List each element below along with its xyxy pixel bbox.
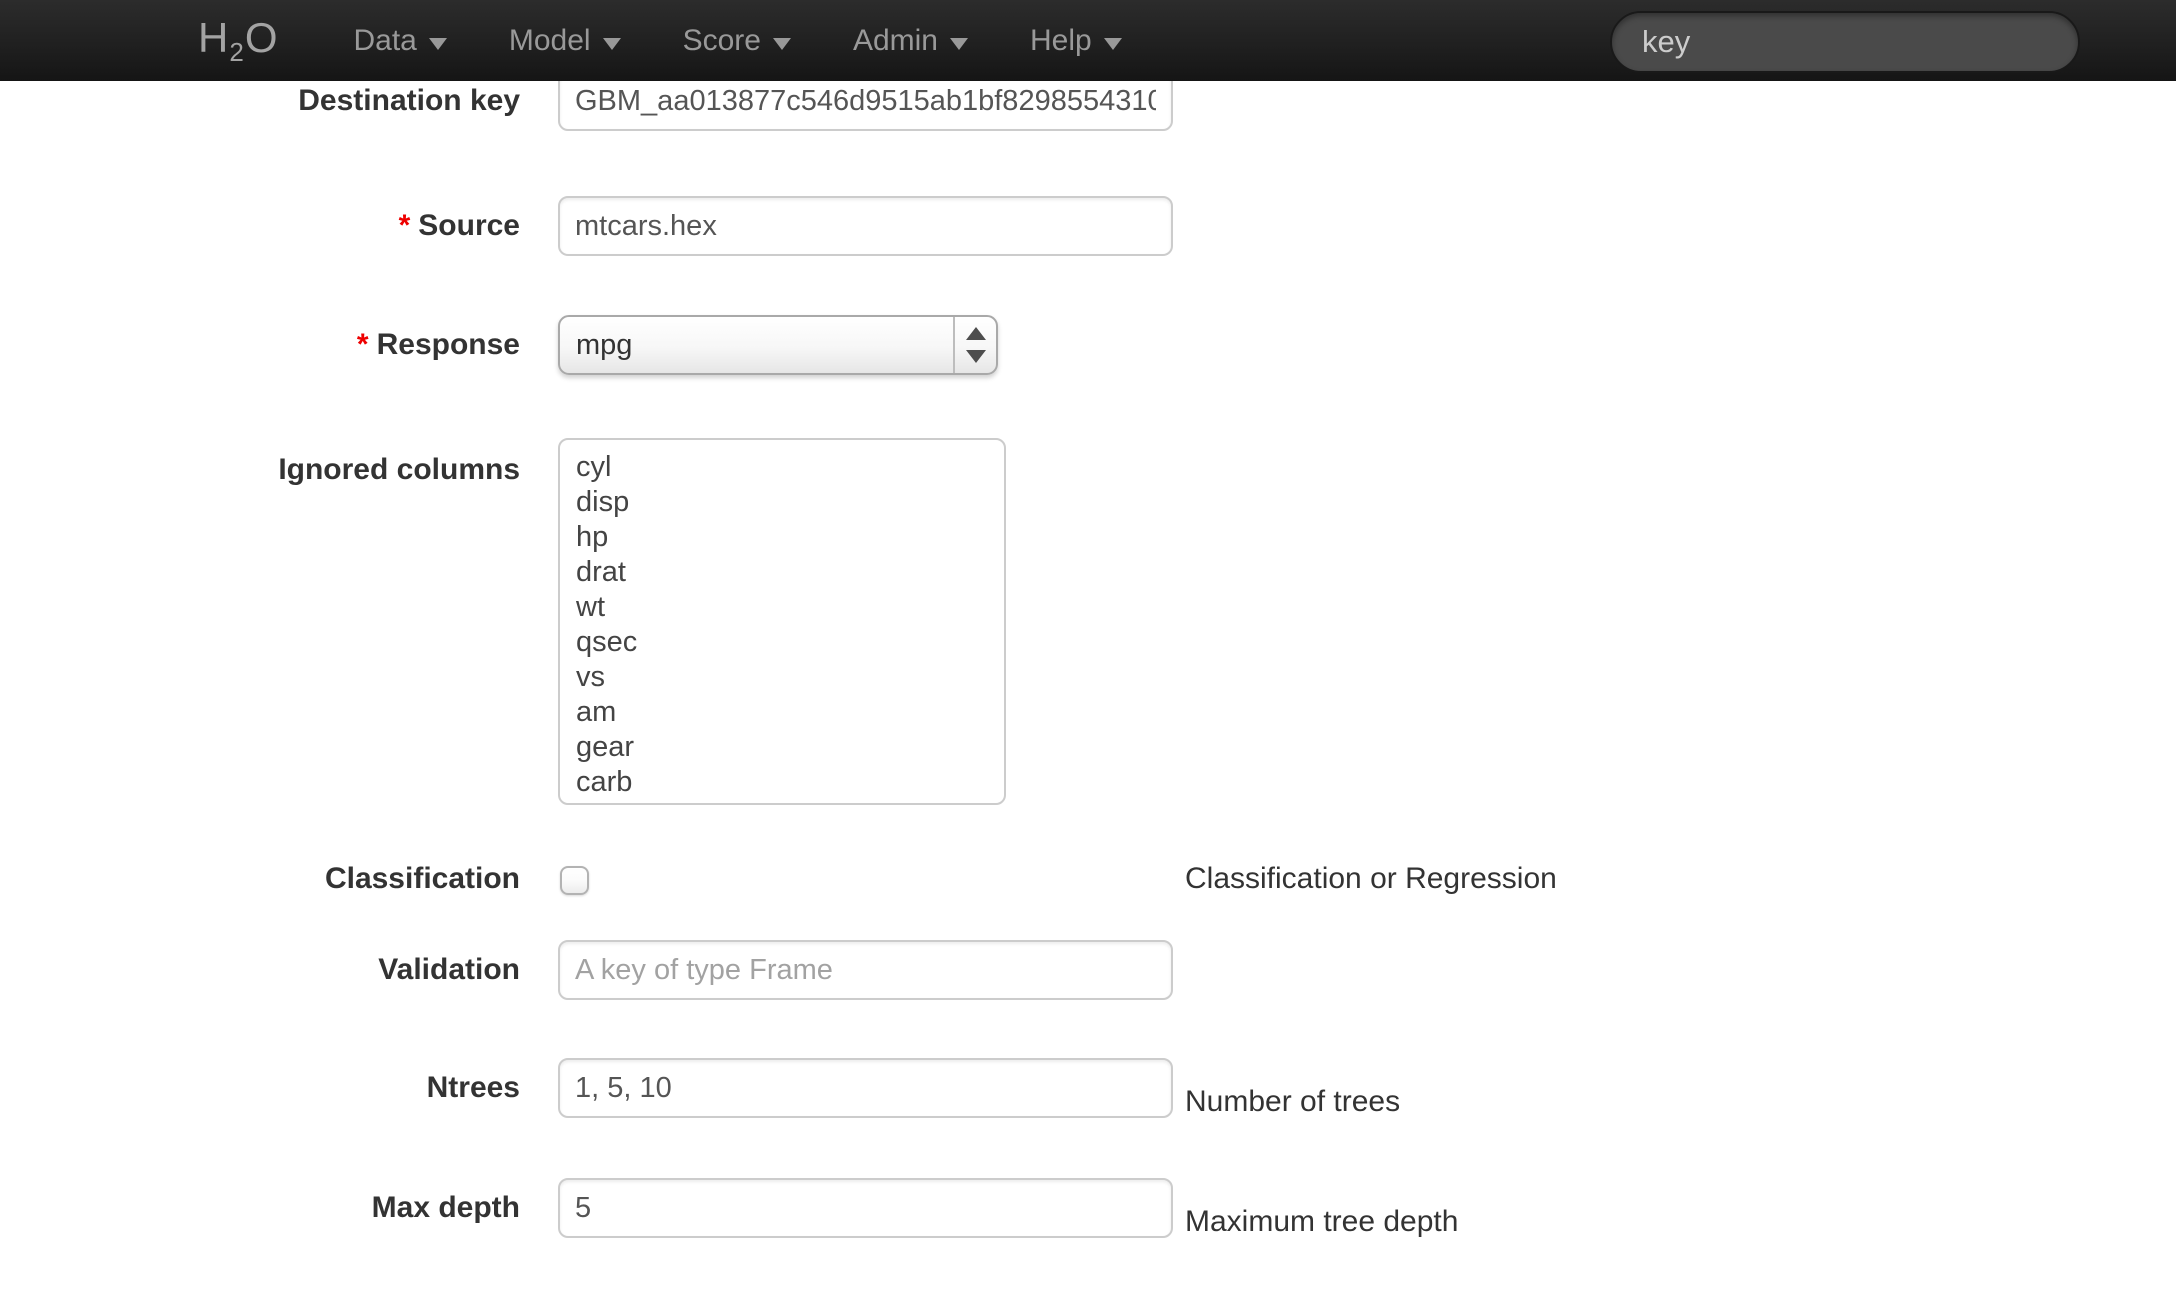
classification-help-text: Classification or Regression	[1185, 864, 1557, 894]
brand-sub: 2	[229, 37, 244, 67]
listbox-option[interactable]: hp	[560, 520, 1004, 555]
gbm-model-form: Destination key *Source *Response mpg	[0, 0, 2176, 1290]
required-asterisk: *	[357, 328, 369, 361]
nav-item-data[interactable]: Data	[322, 24, 477, 58]
ignored-columns-listbox[interactable]: cyldisphpdratwtqsecvsamgearcarb	[558, 438, 1006, 805]
max-depth-input[interactable]	[558, 1178, 1173, 1238]
response-selected-value: mpg	[576, 329, 632, 362]
caret-down-icon	[1104, 38, 1122, 50]
listbox-option[interactable]: vs	[560, 660, 1004, 695]
listbox-option[interactable]: carb	[560, 765, 1004, 800]
brand-o: O	[245, 14, 279, 61]
ntrees-help-text: Number of trees	[1185, 1058, 1400, 1132]
caret-down-icon	[950, 38, 968, 50]
nav-menu: Data Model Score Admin Help	[322, 0, 1152, 81]
max-depth-help-text: Maximum tree depth	[1185, 1178, 1458, 1252]
response-label: *Response	[0, 315, 520, 375]
listbox-option[interactable]: gear	[560, 730, 1004, 765]
navbar-search-input[interactable]	[1610, 11, 2080, 73]
top-navbar: H2O Data Model Score Admin Help	[0, 0, 2176, 81]
caret-down-icon	[603, 38, 621, 50]
validation-input[interactable]	[558, 940, 1173, 1000]
nav-item-label: Admin	[853, 24, 938, 58]
ntrees-label: Ntrees	[0, 1058, 520, 1118]
classification-label: Classification	[0, 864, 520, 894]
classification-checkbox[interactable]	[560, 866, 589, 895]
source-label: *Source	[0, 196, 520, 256]
nav-item-admin[interactable]: Admin	[822, 24, 999, 58]
nav-item-label: Help	[1030, 24, 1092, 58]
select-stepper	[953, 317, 996, 373]
page: H2O Data Model Score Admin Help	[0, 0, 2176, 1290]
nav-item-label: Data	[353, 24, 416, 58]
listbox-option[interactable]: wt	[560, 590, 1004, 625]
nav-item-score[interactable]: Score	[652, 24, 822, 58]
caret-down-icon	[429, 38, 447, 50]
listbox-option[interactable]: qsec	[560, 625, 1004, 660]
nav-item-help[interactable]: Help	[999, 24, 1153, 58]
listbox-option[interactable]: cyl	[560, 450, 1004, 485]
select-down-arrow-icon	[966, 350, 986, 363]
brand-h: H	[198, 14, 229, 61]
select-up-arrow-icon	[966, 327, 986, 340]
response-select[interactable]: mpg	[558, 315, 998, 375]
listbox-option[interactable]: drat	[560, 555, 1004, 590]
max-depth-label: Max depth	[0, 1178, 520, 1238]
caret-down-icon	[773, 38, 791, 50]
required-asterisk: *	[399, 209, 411, 242]
listbox-option[interactable]: am	[560, 695, 1004, 730]
h2o-logo[interactable]: H2O	[198, 14, 278, 68]
listbox-option[interactable]: disp	[560, 485, 1004, 520]
nav-item-label: Model	[509, 24, 591, 58]
source-input[interactable]	[558, 196, 1173, 256]
nav-item-label: Score	[683, 24, 761, 58]
ntrees-input[interactable]	[558, 1058, 1173, 1118]
ignored-columns-label: Ignored columns	[0, 452, 520, 488]
validation-label: Validation	[0, 940, 520, 1000]
nav-item-model[interactable]: Model	[478, 24, 652, 58]
